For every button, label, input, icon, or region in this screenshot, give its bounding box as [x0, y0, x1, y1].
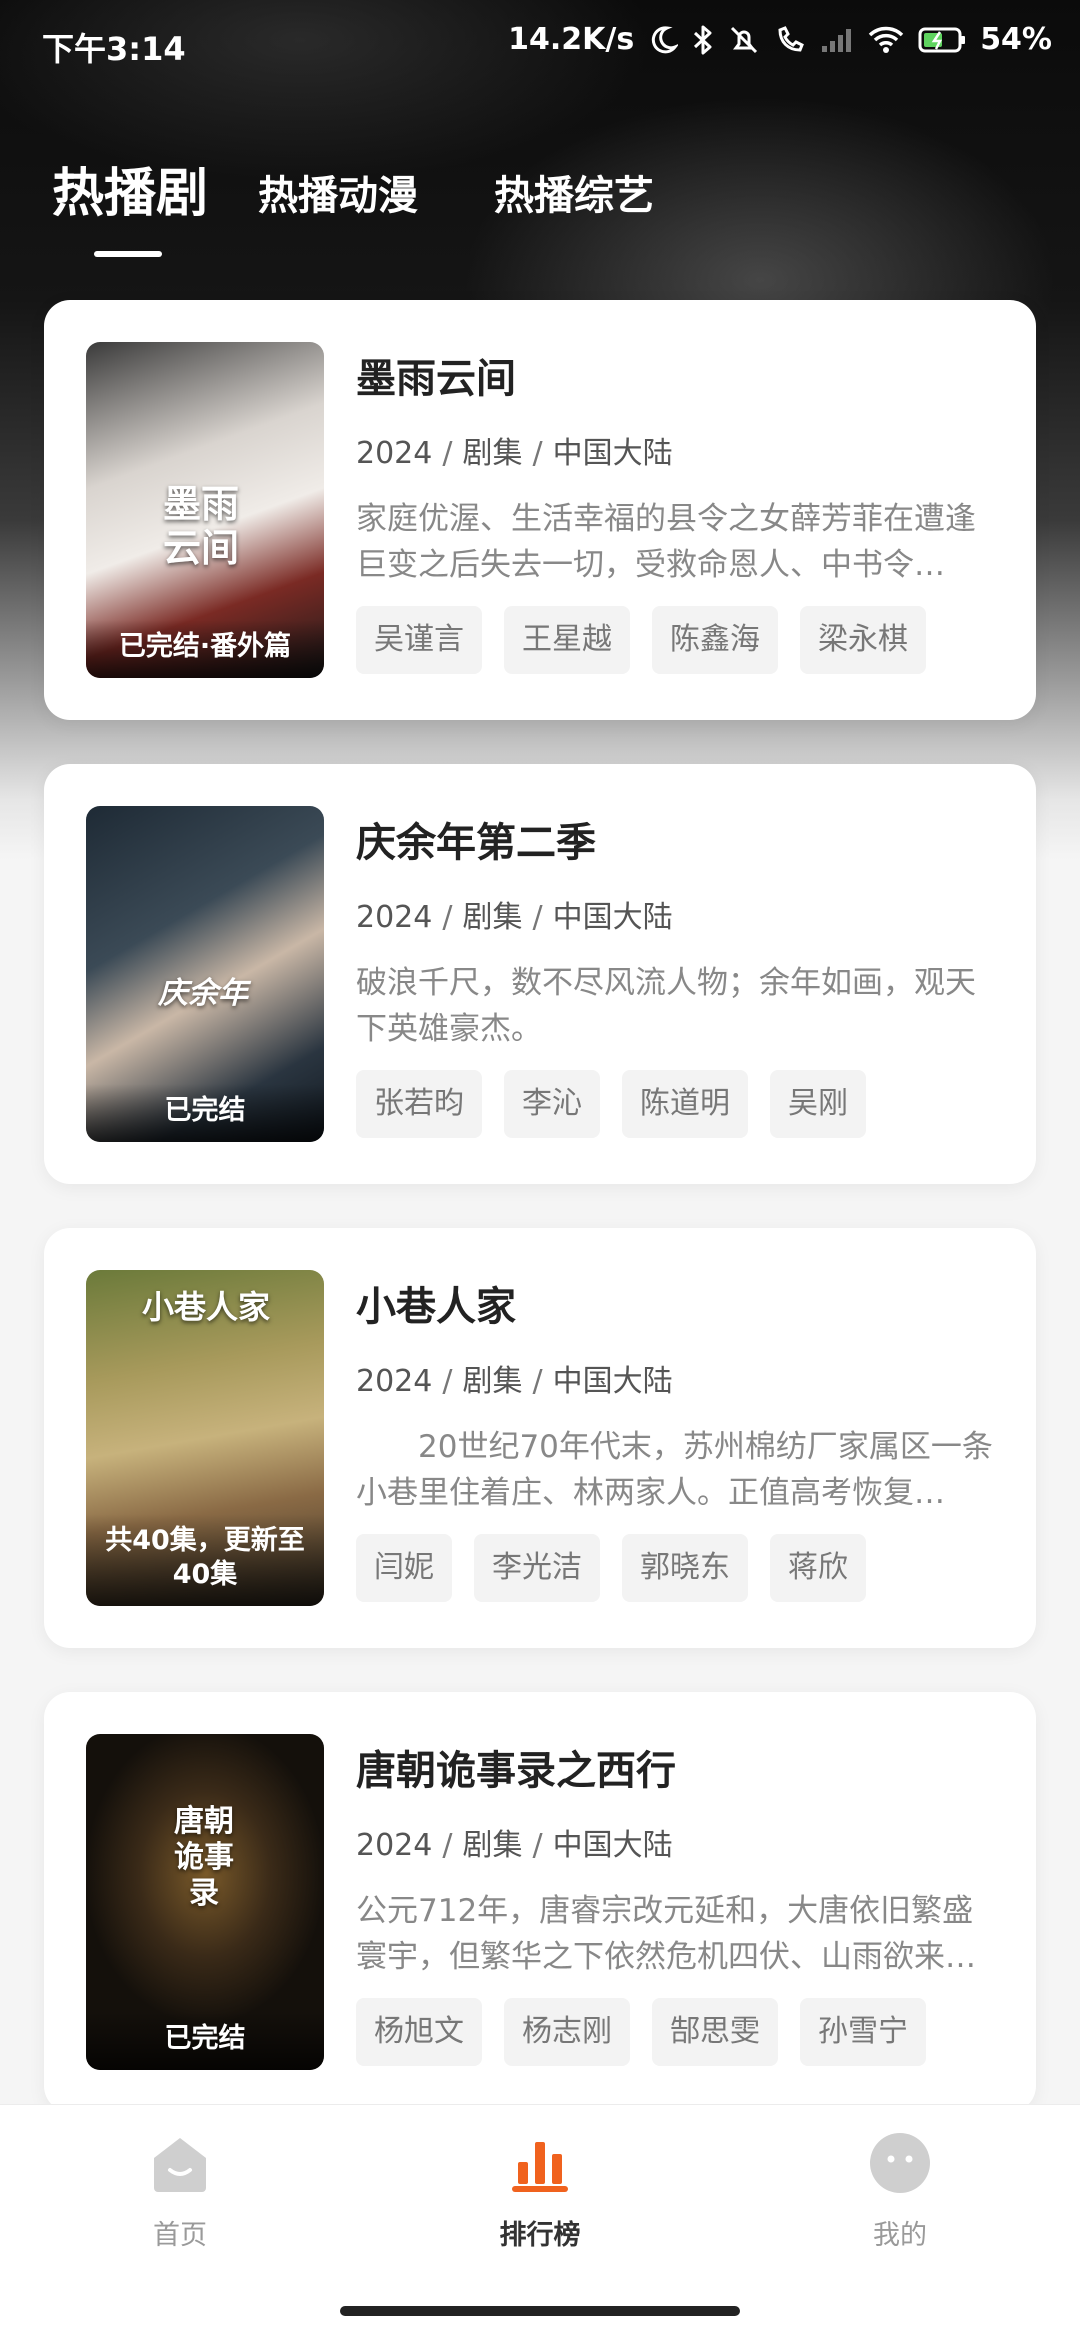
drama-title: 小巷人家 [356, 1284, 516, 1330]
drama-card[interactable]: 小巷人家 共40集，更新至40集 小巷人家 2024 / 剧集 / 中国大陆 20世纪7… [44, 1228, 1036, 1648]
home-icon [80, 2127, 280, 2199]
meta-separator: / [532, 1364, 543, 1399]
meta-year: 2024 [356, 436, 433, 471]
cast-tag[interactable]: 吴谨言 [356, 606, 482, 674]
tab-hot-variety[interactable]: 热播综艺 [494, 163, 654, 221]
poster-image: 墨雨云间 已完结·番外篇 [86, 342, 324, 678]
poster-status-badge: 已完结 [86, 2012, 324, 2070]
cast-tag[interactable]: 杨志刚 [504, 1998, 630, 2066]
drama-card[interactable]: 庆余年 已完结 庆余年第二季 2024 / 剧集 / 中国大陆 破浪千尺，数不尽风流人物… [44, 764, 1036, 1184]
meta-separator: / [532, 436, 543, 471]
drama-title: 庆余年第二季 [356, 820, 596, 866]
nav-label: 排行榜 [499, 2220, 581, 2251]
cast-tags: 杨旭文 杨志刚 郜思雯 孙雪宁 [356, 1998, 926, 2066]
cast-tag[interactable]: 李沁 [504, 1070, 600, 1138]
meta-region: 中国大陆 [552, 1364, 673, 1399]
cast-tag[interactable]: 张若昀 [356, 1070, 482, 1138]
poster-title: 墨雨云间 [162, 482, 239, 570]
nav-label: 我的 [873, 2220, 927, 2251]
drama-meta: 2024 / 剧集 / 中国大陆 [356, 428, 673, 472]
meta-separator: / [532, 900, 543, 935]
ranking-icon [440, 2127, 640, 2199]
meta-separator: / [442, 1364, 453, 1399]
meta-separator: / [442, 900, 453, 935]
cast-tag[interactable]: 陈鑫海 [652, 606, 778, 674]
net-speed: 14.2K/s [508, 22, 635, 57]
bluetooth-icon [692, 24, 714, 56]
cast-tag[interactable]: 陈道明 [622, 1070, 748, 1138]
cast-tag[interactable]: 闫妮 [356, 1534, 452, 1602]
drama-meta: 2024 / 剧集 / 中国大陆 [356, 1356, 673, 1400]
drama-meta: 2024 / 剧集 / 中国大陆 [356, 892, 673, 936]
cast-tag[interactable]: 蒋欣 [770, 1534, 866, 1602]
cast-tags: 闫妮 李光洁 郭晓东 蒋欣 [356, 1534, 866, 1602]
poster-image: 庆余年 已完结 [86, 806, 324, 1142]
cast-tag[interactable]: 郜思雯 [652, 1998, 778, 2066]
cast-tags: 吴谨言 王星越 陈鑫海 梁永棋 [356, 606, 926, 674]
call-icon [774, 24, 806, 56]
poster-status-badge: 已完结·番外篇 [86, 620, 324, 678]
wifi-icon [868, 25, 904, 55]
drama-card[interactable]: 唐朝诡事录 已完结 唐朝诡事录之西行 2024 / 剧集 / 中国大陆 公元712年，唐… [44, 1692, 1036, 2112]
home-indicator [340, 2306, 740, 2316]
drama-description: 公元712年，唐睿宗改元延和，大唐依旧繁盛寰宇，但繁华之下依然危机四伏、山雨欲来… [356, 1893, 976, 1975]
status-time: 下午3:14 [42, 30, 186, 68]
drama-description: 家庭优渥、生活幸福的县令之女薛芳菲在遭逢巨变之后失去一切，受救命恩人、中书令… [356, 501, 976, 583]
battery-level: 54% [980, 22, 1052, 57]
meta-year: 2024 [356, 1364, 433, 1399]
nav-label: 首页 [153, 2220, 207, 2251]
drama-meta: 2024 / 剧集 / 中国大陆 [356, 1820, 673, 1864]
tab-hot-drama[interactable]: 热播剧 [52, 151, 208, 226]
cast-tag[interactable]: 王星越 [504, 606, 630, 674]
tab-hot-anime[interactable]: 热播动漫 [258, 163, 418, 221]
profile-icon [800, 2127, 1000, 2199]
moon-icon [648, 25, 679, 55]
bottom-navigation: 首页 排行榜 我的 [0, 2104, 1080, 2340]
status-bar: 下午3:14 14.2K/s 54% [0, 0, 1080, 90]
poster-status-badge: 已完结 [86, 1084, 324, 1142]
meta-type: 剧集 [462, 436, 523, 471]
nav-home[interactable]: 首页 [80, 2127, 280, 2252]
meta-region: 中国大陆 [552, 436, 673, 471]
meta-separator: / [532, 1828, 543, 1863]
meta-year: 2024 [356, 1828, 433, 1863]
meta-separator: / [442, 1828, 453, 1863]
drama-title: 墨雨云间 [356, 356, 516, 402]
meta-type: 剧集 [462, 1828, 523, 1863]
poster-image: 唐朝诡事录 已完结 [86, 1734, 324, 2070]
meta-type: 剧集 [462, 900, 523, 935]
cast-tag[interactable]: 郭晓东 [622, 1534, 748, 1602]
meta-region: 中国大陆 [552, 1828, 673, 1863]
tab-active-indicator [94, 251, 162, 257]
cast-tag[interactable]: 孙雪宁 [800, 1998, 926, 2066]
category-tabs: 热播剧 热播动漫 热播综艺 [0, 155, 1080, 265]
meta-year: 2024 [356, 900, 433, 935]
nav-profile[interactable]: 我的 [800, 2127, 1000, 2252]
meta-separator: / [442, 436, 453, 471]
drama-description: 破浪千尺，数不尽风流人物；余年如画，观天下英雄豪杰。 [356, 965, 976, 1047]
status-icons: 14.2K/s 54% [508, 22, 1052, 57]
drama-list: 墨雨云间 已完结·番外篇 墨雨云间 2024 / 剧集 / 中国大陆 家庭优渥、生活幸福… [44, 300, 1036, 2156]
cast-tag[interactable]: 梁永棋 [800, 606, 926, 674]
poster-image: 小巷人家 共40集，更新至40集 [86, 1270, 324, 1606]
cast-tag[interactable]: 吴刚 [770, 1070, 866, 1138]
poster-status-badge: 共40集，更新至40集 [86, 1514, 324, 1606]
cast-tag[interactable]: 杨旭文 [356, 1998, 482, 2066]
nav-ranking[interactable]: 排行榜 [440, 2127, 640, 2252]
battery-icon [918, 26, 966, 54]
poster-title: 唐朝诡事录 [174, 1804, 234, 1911]
poster-title: 小巷人家 [141, 1288, 270, 1326]
drama-description: 20世纪70年代末，苏州棉纺厂家属区一条小巷里住着庄、林两家人。正值高考恢复… [356, 1429, 993, 1511]
cast-tag[interactable]: 李光洁 [474, 1534, 600, 1602]
poster-title: 庆余年 [158, 976, 248, 1011]
cast-tags: 张若昀 李沁 陈道明 吴刚 [356, 1070, 866, 1138]
drama-card[interactable]: 墨雨云间 已完结·番外篇 墨雨云间 2024 / 剧集 / 中国大陆 家庭优渥、生活幸福… [44, 300, 1036, 720]
meta-region: 中国大陆 [552, 900, 673, 935]
drama-title: 唐朝诡事录之西行 [356, 1748, 676, 1794]
meta-type: 剧集 [462, 1364, 523, 1399]
mute-bell-icon [728, 24, 760, 56]
signal-icon [820, 26, 854, 54]
